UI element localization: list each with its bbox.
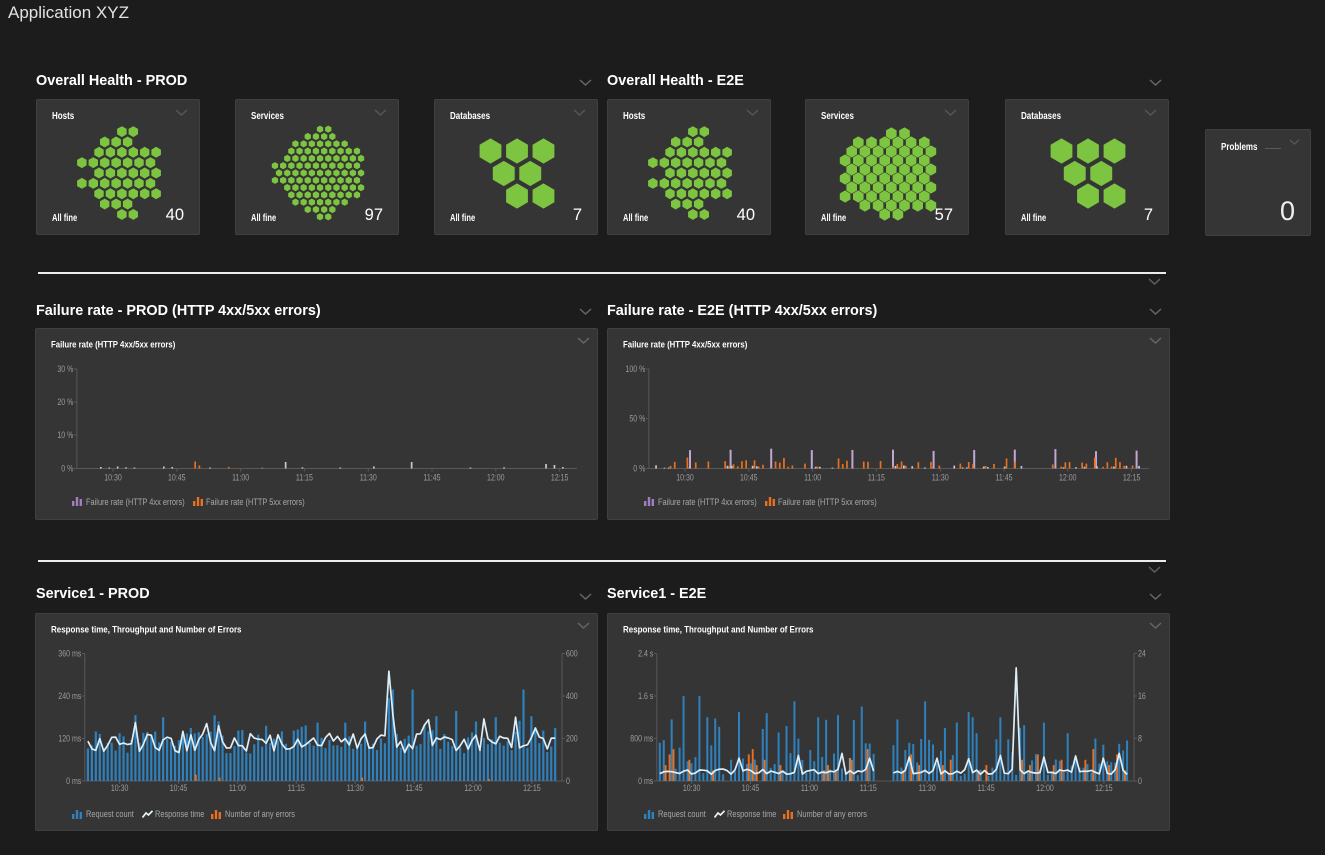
- svg-text:0 %: 0 %: [633, 464, 645, 474]
- svg-text:11:15: 11:15: [860, 783, 877, 793]
- svg-text:10:45: 10:45: [742, 783, 760, 793]
- svg-text:16: 16: [1138, 691, 1146, 701]
- svg-text:200: 200: [566, 734, 578, 744]
- svg-text:0: 0: [566, 776, 570, 786]
- svg-text:12:15: 12:15: [551, 473, 569, 483]
- svg-text:Response time, Throughput and: Response time, Throughput and Number of …: [623, 624, 814, 635]
- svg-text:11:30: 11:30: [360, 473, 377, 483]
- svg-text:800 ms: 800 ms: [630, 734, 653, 744]
- svg-text:11:00: 11:00: [232, 473, 249, 483]
- svg-text:12:15: 12:15: [523, 783, 541, 793]
- svg-text:1.6 s: 1.6 s: [638, 691, 653, 701]
- svg-text:11:45: 11:45: [995, 473, 1012, 483]
- svg-text:12:00: 12:00: [464, 783, 482, 793]
- svg-text:10:30: 10:30: [683, 783, 701, 793]
- svg-text:240 ms: 240 ms: [58, 691, 81, 701]
- svg-text:11:30: 11:30: [919, 783, 936, 793]
- svg-text:8: 8: [1138, 734, 1142, 744]
- svg-text:400: 400: [566, 691, 578, 701]
- svg-text:10:30: 10:30: [111, 783, 129, 793]
- svg-text:Failure rate (HTTP 4xx/5xx err: Failure rate (HTTP 4xx/5xx errors): [51, 339, 175, 350]
- svg-text:120 ms: 120 ms: [58, 734, 81, 744]
- svg-text:0 %: 0 %: [61, 464, 73, 474]
- svg-text:12:00: 12:00: [487, 473, 505, 483]
- svg-text:11:45: 11:45: [978, 783, 995, 793]
- svg-text:20 %: 20 %: [57, 397, 73, 407]
- svg-text:600: 600: [566, 649, 578, 659]
- svg-text:12:00: 12:00: [1059, 473, 1077, 483]
- svg-text:10:30: 10:30: [676, 473, 694, 483]
- svg-text:10:45: 10:45: [168, 473, 186, 483]
- svg-text:0 ms: 0 ms: [638, 776, 653, 786]
- svg-text:11:30: 11:30: [347, 783, 364, 793]
- svg-text:12:15: 12:15: [1095, 783, 1113, 793]
- svg-text:2.4 s: 2.4 s: [638, 649, 653, 659]
- svg-text:10 %: 10 %: [57, 430, 73, 440]
- svg-text:Failure rate (HTTP 4xx/5xx err: Failure rate (HTTP 4xx/5xx errors): [623, 339, 747, 350]
- svg-text:11:00: 11:00: [804, 473, 821, 483]
- svg-text:0 ms: 0 ms: [66, 776, 81, 786]
- svg-text:100 %: 100 %: [626, 364, 646, 374]
- svg-text:24: 24: [1138, 649, 1146, 659]
- svg-text:12:15: 12:15: [1123, 473, 1141, 483]
- svg-text:10:45: 10:45: [170, 783, 188, 793]
- svg-text:30 %: 30 %: [57, 364, 73, 374]
- svg-text:11:15: 11:15: [296, 473, 313, 483]
- svg-text:12:00: 12:00: [1036, 783, 1054, 793]
- svg-text:11:30: 11:30: [932, 473, 949, 483]
- svg-text:Response time, Throughput and: Response time, Throughput and Number of …: [51, 624, 242, 635]
- svg-text:11:45: 11:45: [406, 783, 423, 793]
- svg-text:360 ms: 360 ms: [58, 649, 81, 659]
- svg-text:0: 0: [1138, 776, 1142, 786]
- svg-text:11:00: 11:00: [801, 783, 818, 793]
- svg-text:10:45: 10:45: [740, 473, 758, 483]
- svg-text:11:00: 11:00: [229, 783, 246, 793]
- svg-text:11:15: 11:15: [868, 473, 885, 483]
- svg-text:10:30: 10:30: [104, 473, 122, 483]
- svg-text:50 %: 50 %: [629, 414, 645, 424]
- svg-text:11:15: 11:15: [288, 783, 305, 793]
- svg-text:11:45: 11:45: [423, 473, 440, 483]
